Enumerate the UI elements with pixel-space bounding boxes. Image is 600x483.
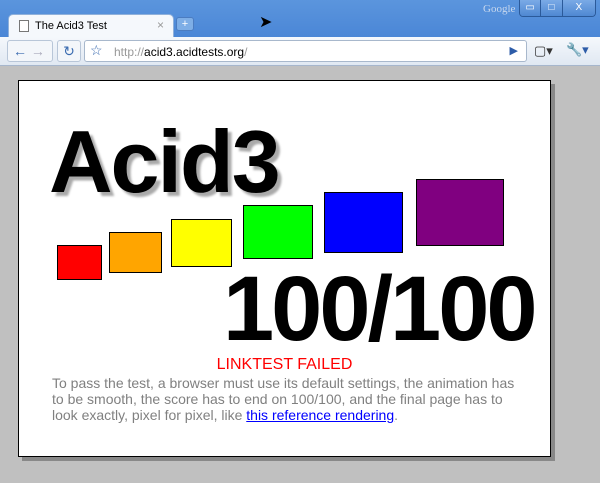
title-bar: Google ▭ □ X The Acid3 Test × + ➤ [0,0,600,38]
forward-button[interactable]: → [31,43,45,59]
page-menu-button[interactable]: ▢▾ [534,43,553,59]
page-icon [19,20,29,32]
close-window-button[interactable]: X [562,0,595,16]
tab-close-icon[interactable]: × [157,18,164,32]
score: 100/100 [223,258,538,360]
tools-menu-button[interactable]: 🔧▾ [566,42,589,58]
google-brand: Google [483,3,516,15]
acid3-page: Acid3 100/100 LINKTEST FAILED To pass th… [18,80,551,457]
bookmark-star-icon[interactable]: ☆ [90,42,103,59]
bucket-6 [416,179,504,246]
address-bar[interactable]: ☆ http://acid3.acidtests.org/ ▶ [84,40,527,62]
tab-title: The Acid3 Test [35,20,107,32]
new-tab-button[interactable]: + [176,17,194,31]
go-button[interactable]: ▶ [510,44,518,57]
tab-acid3[interactable]: The Acid3 Test × [8,14,174,38]
url-text[interactable]: http://acid3.acidtests.org/ [114,45,247,59]
mouse-cursor-icon: ➤ [259,14,273,31]
bucket-5 [324,192,403,253]
back-arrow-icon: ← [13,43,27,59]
minimize-button[interactable]: ▭ [520,0,542,16]
reload-button[interactable]: ↻ [57,40,81,62]
window-controls: ▭ □ X [519,0,596,17]
reference-rendering-link[interactable]: this reference rendering [246,407,394,423]
instructions: To pass the test, a browser must use its… [52,375,515,423]
acid3-heading: Acid3 [49,112,281,211]
back-button[interactable]: ← → [7,40,53,62]
bucket-1 [57,245,102,280]
bucket-2 [109,232,162,273]
toolbar: ← → ↻ ☆ http://acid3.acidtests.org/ ▶ ▢▾… [0,37,600,66]
status-message: LINKTEST FAILED [216,356,353,373]
bucket-4 [243,205,313,259]
maximize-button[interactable]: □ [541,0,563,16]
